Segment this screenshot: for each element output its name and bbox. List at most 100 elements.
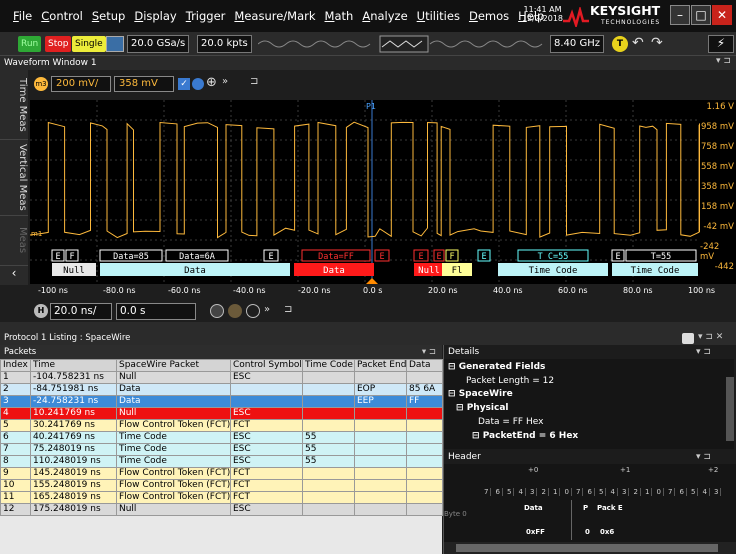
menu-item[interactable]: Display [134,9,176,23]
redo-icon[interactable]: ↷ [651,35,663,51]
decode-packet[interactable]: Fl [442,263,472,276]
expand-horizontal-icon[interactable]: » [264,304,270,315]
horizontal-scale-field[interactable]: 20.0 ns/ [50,303,112,320]
column-header[interactable]: Data [406,359,443,372]
decode-packet[interactable]: Data [100,263,290,276]
menu-item[interactable]: Control [41,9,83,23]
menu-item[interactable]: Utilities [417,9,460,23]
undo-icon[interactable]: ↶ [632,35,644,51]
pause-icon[interactable] [228,304,242,318]
tree-spacewire[interactable]: ⊟ SpaceWire [448,389,513,399]
decode-packet[interactable]: Time Code [498,263,608,276]
table-row[interactable]: 10 155.248019 ns Flow Control Token (FCT) F… [0,479,443,492]
menu-item[interactable]: Measure/Mark [234,9,315,23]
table-row[interactable]: 1 -104.758231 ns Null ESC [0,371,443,384]
decode-symbol[interactable]: E [611,249,625,262]
table-row[interactable]: 8 110.248019 ns Time Code ESC 55 [0,455,443,468]
autoscale-icon[interactable] [106,36,124,52]
dock-icon[interactable]: ⊐ [250,76,258,87]
tree-generated-fields[interactable]: ⊟ Generated Fields [448,362,545,372]
decode-symbol[interactable]: Data=FF [301,249,371,262]
decode-symbol[interactable]: E [413,249,429,262]
decode-symbol[interactable]: Data=6A [165,249,229,262]
decode-symbol[interactable]: E [433,249,445,262]
settings-icon[interactable] [192,78,204,90]
vertical-scale-field[interactable]: 200 mV/ [51,76,111,92]
column-header[interactable]: Packet End [354,359,407,372]
maximize-button[interactable]: □ [691,5,711,25]
decode-packet[interactable]: Null [52,263,96,276]
scroll-thumb[interactable] [456,544,718,552]
table-row[interactable]: 2 -84.751981 ns Data EOP 85 6A [0,383,443,396]
channel-badge[interactable]: m3 [34,77,48,91]
pin-icon[interactable]: ▾ ⊐ [716,56,731,66]
listing-pin-icon[interactable]: ▾ ⊐ ✕ [698,332,723,342]
decode-packet[interactable]: Time Code [612,263,698,276]
stop-button[interactable]: Stop [45,36,72,52]
menu-item[interactable]: Math [325,9,354,23]
tab-meas[interactable]: Meas [0,216,28,266]
tab-time-meas[interactable]: Time Meas [0,70,28,140]
zoom-icon[interactable] [210,304,224,318]
header-pin-icon[interactable]: ▾ ⊐ [696,452,711,462]
table-row[interactable]: 12 175.248019 ns Null ESC [0,503,443,516]
decode-symbol[interactable]: T=55 [625,249,697,262]
add-icon[interactable]: ⊕ [206,75,217,90]
tree-packet-end[interactable]: ⊟ PacketEnd = 6 Hex [472,431,578,441]
menu-item[interactable]: File [13,9,32,23]
details-scrollbar[interactable] [726,377,734,441]
table-row[interactable]: 7 75.248019 ns Time Code ESC 55 [0,443,443,456]
waveform-overview-icon[interactable] [258,35,548,53]
table-row[interactable]: 5 30.241769 ns Flow Control Token (FCT) FCT [0,419,443,432]
table-row[interactable]: 11 165.248019 ns Flow Control Token (FCT) F… [0,491,443,504]
touch-icon[interactable]: ⚡ [708,35,734,53]
collapse-arrow-icon[interactable]: ‹ [0,266,28,285]
vertical-offset-field[interactable]: 358 mV [114,76,174,92]
decode-packet[interactable]: Data [294,263,374,276]
decode-symbol[interactable]: E [477,249,491,262]
sample-rate-field[interactable]: 20.0 GSa/s [127,35,190,53]
decode-symbol[interactable]: F [445,249,459,262]
column-header[interactable]: Time [30,359,117,372]
packets-pin-icon[interactable]: ▾ ⊐ [422,345,436,359]
close-button[interactable]: ✕ [712,5,732,25]
minimize-button[interactable]: – [670,5,690,25]
column-header[interactable]: Index [0,359,31,372]
decode-packet[interactable]: Null [414,263,444,276]
waveform-plot[interactable]: E F Data=85 Data=6A E Data=FF E E E F E T C=55 E T=55… [29,100,701,284]
tree-physical[interactable]: ⊟ Physical [456,403,509,413]
expand-icon[interactable]: » [222,76,228,87]
header-hscrollbar[interactable] [444,542,736,554]
column-header[interactable]: Time Code [302,359,355,372]
table-row[interactable]: 9 145.248019 ns Flow Control Token (FCT) FC… [0,467,443,480]
menu-item[interactable]: Trigger [186,9,226,23]
details-pin-icon[interactable]: ▾ ⊐ [696,347,711,357]
run-button[interactable]: Run [18,36,42,52]
checkbox-icon[interactable]: ✓ [178,78,190,90]
menu-item[interactable]: Demos [469,9,509,23]
horizontal-position-field[interactable]: 0.0 s [116,303,196,320]
column-header[interactable]: Control Symbol [230,359,303,372]
decode-symbol[interactable]: Data=85 [99,249,163,262]
menu-item[interactable]: Setup [92,9,126,23]
decode-symbol[interactable]: E [263,249,279,262]
decode-symbol[interactable]: E [51,249,65,262]
table-row[interactable]: 6 40.241769 ns Time Code ESC 55 [0,431,443,444]
bandwidth-field[interactable]: 8.40 GHz [550,35,604,53]
table-row[interactable]: 3 -24.758231 ns Data EEP FF [0,395,443,408]
panel-splitter[interactable] [0,322,736,332]
horizontal-badge[interactable]: H [34,304,48,318]
decode-symbol[interactable]: T C=55 [517,249,589,262]
listing-settings-icon[interactable] [682,333,694,344]
trigger-badge[interactable]: T [612,36,628,52]
single-button[interactable]: Single [72,36,106,52]
memory-depth-field[interactable]: 20.0 kpts [197,35,252,53]
table-row[interactable]: 4 10.241769 ns Null ESC [0,407,443,420]
decode-symbol[interactable]: E [374,249,390,262]
dock-horizontal-icon[interactable]: ⊐ [284,304,292,315]
search-icon[interactable] [246,304,260,318]
tab-vertical-meas[interactable]: Vertical Meas [0,140,28,216]
decode-symbol[interactable]: F [65,249,79,262]
menu-item[interactable]: Analyze [362,9,407,23]
column-header[interactable]: SpaceWire Packet [116,359,231,372]
